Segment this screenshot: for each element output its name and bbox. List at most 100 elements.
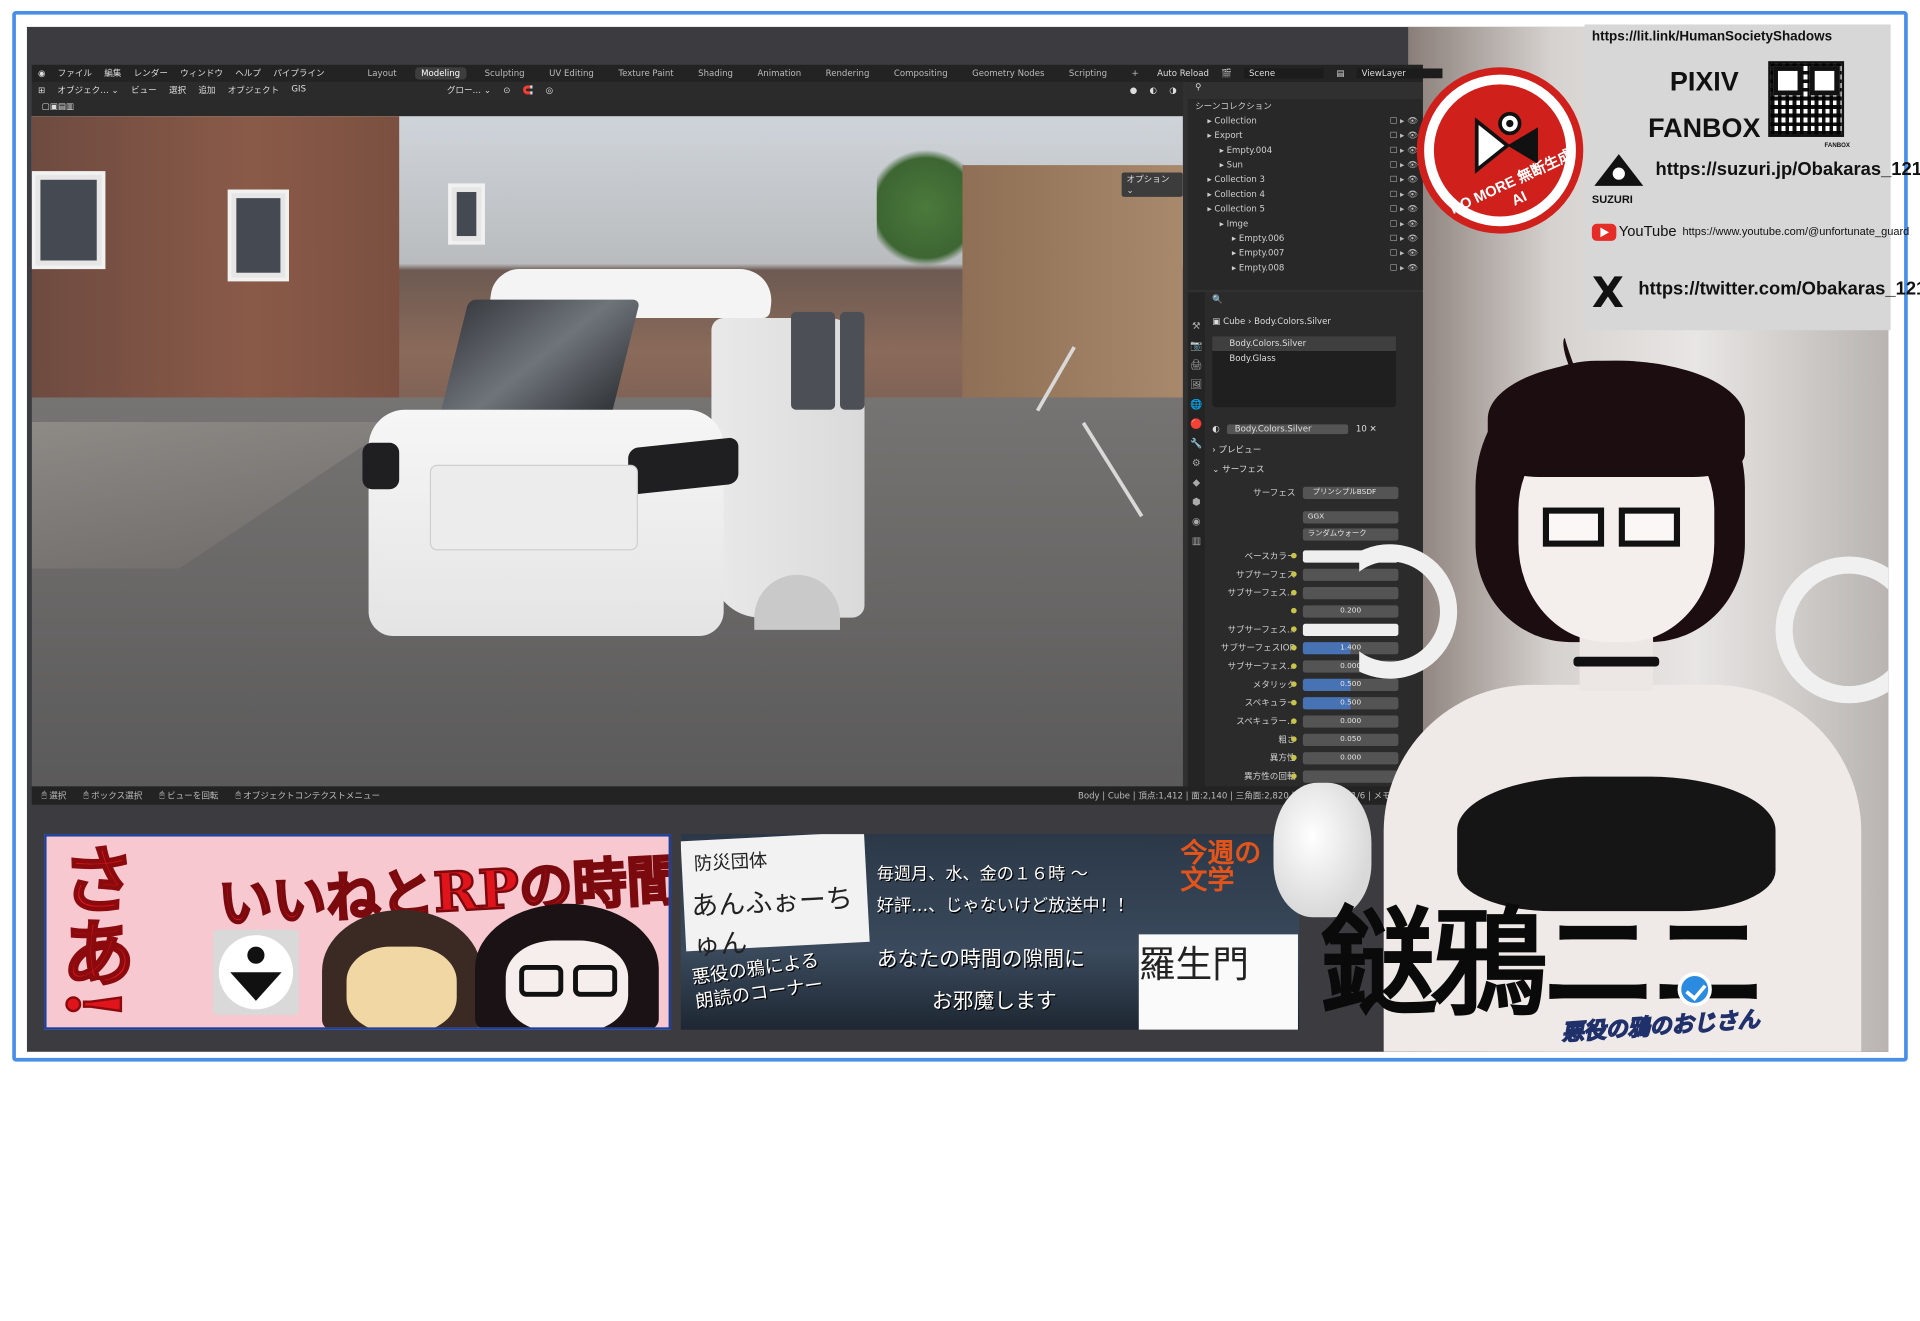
- visibility-eye-icon[interactable]: ☐ ▸ 👁: [1390, 216, 1418, 231]
- pivot-icon[interactable]: ⊙: [503, 86, 510, 96]
- workspace-tab[interactable]: Texture Paint: [612, 67, 680, 79]
- blender-window[interactable]: ◉ ファイル 編集 レンダー ウィンドウ ヘルプ パイプライン Layout Modelin…: [31, 64, 1443, 805]
- workspace-tab[interactable]: Geometry Nodes: [966, 67, 1051, 79]
- menu-item[interactable]: レンダー: [134, 67, 168, 79]
- menu-item[interactable]: ウィンドウ: [180, 67, 223, 79]
- 3d-viewport[interactable]: オプション ⌄: [31, 116, 1183, 787]
- outliner-item-label: Sun: [1226, 160, 1243, 170]
- qr-code-icon: [1768, 61, 1845, 137]
- workspace-tab[interactable]: UV Editing: [543, 67, 600, 79]
- outliner-item-label: Export: [1214, 130, 1243, 141]
- header-menu-item[interactable]: ビュー: [131, 84, 157, 96]
- filter-icon[interactable]: ⚲: [1195, 82, 1201, 92]
- menu-item[interactable]: ファイル: [58, 67, 92, 79]
- litlink-url[interactable]: https://lit.link/HumanSocietyShadows: [1592, 29, 1832, 44]
- car-model[interactable]: [344, 269, 871, 636]
- visibility-eye-icon[interactable]: ☐ ▸ 👁: [1390, 114, 1418, 129]
- material-name-field[interactable]: Body.Colors.Silver: [1227, 424, 1349, 435]
- viewlayer-selector[interactable]: ViewLayer: [1356, 68, 1443, 79]
- twitter-url[interactable]: https://twitter.com/Obakaras_1212: [1638, 279, 1920, 300]
- shading-render-icon[interactable]: ◑: [1169, 86, 1176, 96]
- workspace-tab[interactable]: +: [1125, 67, 1144, 79]
- socket-dot-icon: ●: [1290, 735, 1298, 744]
- header-menu-item[interactable]: オブジェクト: [228, 84, 279, 96]
- pixiv-fanbox-label: PIXIV FANBOX: [1648, 59, 1760, 152]
- collection-icon: ▸: [1207, 204, 1215, 215]
- scene-selector[interactable]: Scene: [1244, 68, 1325, 79]
- workspace-tab[interactable]: Layout: [361, 67, 402, 79]
- pixiv-text: PIXIV: [1669, 66, 1739, 97]
- header-menu-item[interactable]: 追加: [198, 84, 215, 96]
- menu-item[interactable]: ヘルプ: [235, 67, 261, 79]
- gear-decoration-icon: [1775, 556, 1889, 704]
- outliner-item[interactable]: ▸ Collection 5 ☐ ▸ 👁: [1188, 202, 1423, 217]
- property-label: サブサーフェスIOR: [1220, 643, 1296, 654]
- outliner-item[interactable]: ▸ Empty.004 ☐ ▸ 👁: [1188, 143, 1423, 158]
- group-name-text: あんふぉーちゅん: [690, 883, 854, 962]
- status-hint: オブジェクトコンテクストメニュー: [243, 790, 381, 801]
- visibility-eye-icon[interactable]: ☐ ▸ 👁: [1390, 231, 1418, 246]
- outliner-item[interactable]: ▸ Imge ☐ ▸ 👁: [1188, 216, 1423, 231]
- outliner-item[interactable]: ▸ Export ☐ ▸ 👁: [1188, 128, 1423, 143]
- proportional-icon[interactable]: ◎: [546, 86, 553, 96]
- workspace-tab[interactable]: Shading: [692, 67, 739, 79]
- outliner-item[interactable]: ▸ Collection ☐ ▸ 👁: [1188, 114, 1423, 129]
- visibility-eye-icon[interactable]: ☐ ▸ 👁: [1390, 172, 1418, 187]
- outliner-scene-collection[interactable]: シーンコレクション: [1188, 99, 1423, 114]
- mouse-icon: 🖱: [159, 789, 165, 800]
- properties-search[interactable]: 🔍: [1212, 292, 1223, 307]
- outliner-item[interactable]: ▸ Collection 4 ☐ ▸ 👁: [1188, 187, 1423, 202]
- outliner-item[interactable]: ▸ Empty.007 ☐ ▸ 👁: [1188, 246, 1423, 261]
- snap-icon[interactable]: 🧲: [523, 86, 534, 96]
- workspace-tab[interactable]: Compositing: [888, 67, 954, 79]
- workspace-tab[interactable]: Modeling: [414, 67, 467, 80]
- tab-icons[interactable]: ⚒ 📷 🖨 🖼 🌐 🔴 🔧 ⚙ ◆ ⬢ ◉ ▥: [1188, 292, 1205, 551]
- workspace-tab[interactable]: Rendering: [820, 67, 876, 79]
- visibility-eye-icon[interactable]: ☐ ▸ 👁: [1390, 187, 1418, 202]
- visibility-eye-icon[interactable]: ☐ ▸ 👁: [1390, 202, 1418, 217]
- outliner-item[interactable]: ▸ Empty.008 ☐ ▸ 👁: [1188, 260, 1423, 275]
- header-menu-item[interactable]: オブジェク… ⌄: [57, 84, 118, 96]
- outliner-item-label: Empty.008: [1238, 262, 1285, 273]
- header-menu-item[interactable]: GIS: [291, 84, 306, 96]
- youtube-url[interactable]: https://www.youtube.com/@unfortunate_gua…: [1682, 225, 1909, 237]
- outliner-item[interactable]: ▸ Collection 3 ☐ ▸ 👁: [1188, 172, 1423, 187]
- surface-panel[interactable]: ⌄ サーフェス: [1212, 464, 1264, 476]
- menu-item[interactable]: パイプライン: [273, 67, 324, 79]
- suzuri-url[interactable]: https://suzuri.jp/Obakaras_1212: [1656, 159, 1920, 180]
- visibility-eye-icon[interactable]: ☐ ▸ 👁: [1390, 246, 1418, 261]
- building-window: [227, 189, 289, 282]
- group-small-text: 防災団体: [693, 849, 768, 875]
- workspace-tab[interactable]: Scripting: [1063, 67, 1113, 79]
- banner-sa-text: さあ!: [48, 840, 136, 1021]
- property-label: スペキュラー…: [1236, 716, 1296, 727]
- visibility-eye-icon[interactable]: ☐ ▸ 👁: [1390, 260, 1418, 275]
- workspace-tab[interactable]: Sculpting: [478, 67, 530, 79]
- blender-logo-icon[interactable]: ◉: [38, 68, 45, 78]
- surface-label: サーフェス: [1253, 487, 1296, 498]
- outliner-item[interactable]: ▸ Sun ☐ ▸ 👁: [1188, 158, 1423, 173]
- socket-dot-icon: ●: [1290, 643, 1298, 652]
- preview-panel[interactable]: › プレビュー: [1212, 444, 1261, 456]
- visibility-eye-icon[interactable]: ☐ ▸ 👁: [1390, 158, 1418, 173]
- header-menu-item[interactable]: 選択: [169, 84, 186, 96]
- material-breadcrumb: ▣ Cube › Body.Colors.Silver: [1212, 314, 1331, 329]
- visibility-eye-icon[interactable]: ☐ ▸ 👁: [1390, 128, 1418, 143]
- visibility-eye-icon[interactable]: ☐ ▸ 👁: [1390, 143, 1418, 158]
- socket-dot-icon: ●: [1290, 606, 1298, 616]
- property-label: サブサーフェス…: [1227, 588, 1296, 599]
- tagline-line2: お邪魔します: [931, 989, 1057, 1014]
- transform-orientation[interactable]: グロー… ⌄: [447, 84, 491, 96]
- workspace-tab[interactable]: Animation: [751, 67, 807, 79]
- auto-reload-label[interactable]: Auto Reload: [1157, 68, 1209, 78]
- editor-type-icon[interactable]: ⊞: [38, 86, 45, 96]
- preview-label: プレビュー: [1218, 445, 1262, 455]
- outliner-panel[interactable]: ⚲ シーンコレクション ▸ Collection ☐ ▸ 👁 ▸ Export ☐ ▸…: [1187, 81, 1423, 290]
- outliner-item[interactable]: ▸ Empty.006 ☐ ▸ 👁: [1188, 231, 1423, 246]
- menu-item[interactable]: 編集: [104, 67, 121, 79]
- shading-material-icon[interactable]: ◐: [1150, 86, 1157, 96]
- select-mode-icons[interactable]: ▢▣▤▥: [42, 102, 74, 112]
- options-button[interactable]: オプション ⌄: [1121, 172, 1183, 197]
- shading-solid-icon[interactable]: ●: [1130, 86, 1137, 96]
- scene-icon: 🎬: [1221, 68, 1232, 79]
